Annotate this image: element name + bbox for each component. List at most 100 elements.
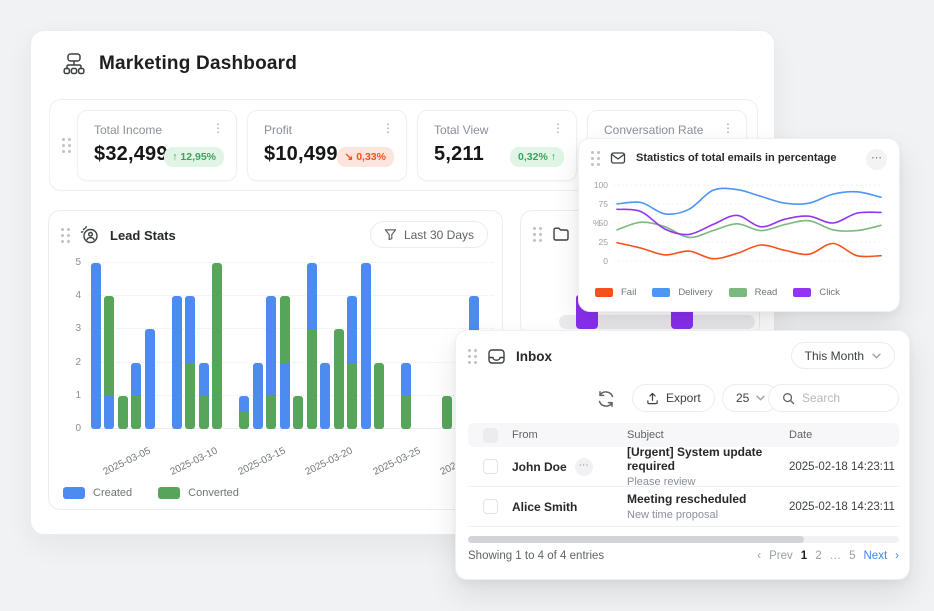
stat-value: $10,499 bbox=[264, 143, 338, 166]
table-row[interactable]: John Doe ⋯ [Urgent] System update required… bbox=[468, 447, 899, 487]
next-button[interactable]: Next bbox=[864, 550, 888, 562]
lead-stats-chart: 0123452025-03-052025-03-102025-03-152025… bbox=[89, 263, 494, 429]
drag-handle[interactable] bbox=[533, 227, 542, 242]
x-axis-label: 2025-03-25 bbox=[371, 446, 422, 478]
entries-summary: Showing 1 to 4 of 4 entries bbox=[468, 550, 604, 562]
pagination: ‹Prev12…5Next› bbox=[757, 550, 899, 562]
kebab-menu-icon[interactable]: ⋮ bbox=[380, 119, 396, 137]
scrollbar-track[interactable] bbox=[468, 536, 899, 543]
inbox-toolbar: Export 25 bbox=[456, 384, 909, 414]
stat-title: Total Income bbox=[94, 123, 162, 137]
bar-segment-converted bbox=[239, 412, 249, 429]
drag-handle[interactable] bbox=[468, 349, 477, 364]
widget-title: Statistics of total emails in percentage bbox=[636, 152, 837, 164]
bar-segment-converted bbox=[347, 363, 357, 429]
trend-badge: 0,32% ↑ bbox=[510, 147, 564, 167]
svg-text:0: 0 bbox=[603, 256, 608, 266]
table-row[interactable]: Alice SmithMeeting rescheduledNew time p… bbox=[468, 487, 899, 527]
search-input[interactable] bbox=[802, 391, 892, 405]
funnel-icon bbox=[384, 228, 397, 241]
chevron-right-icon[interactable]: › bbox=[895, 550, 899, 562]
sender-name: John Doe bbox=[512, 460, 567, 474]
y-axis-label: 4 bbox=[61, 290, 81, 301]
gridline bbox=[89, 262, 494, 263]
bar-segment-created bbox=[320, 363, 330, 429]
legend-label: Read bbox=[755, 287, 778, 298]
drag-handle[interactable] bbox=[591, 151, 600, 166]
lead-stats-legend: Created Converted bbox=[63, 487, 239, 499]
page-button-5[interactable]: 5 bbox=[849, 550, 855, 562]
legend-swatch bbox=[652, 288, 670, 297]
legend-swatch bbox=[595, 288, 613, 297]
search-field[interactable] bbox=[768, 384, 899, 412]
period-label: This Month bbox=[805, 349, 864, 363]
legend-item: Created bbox=[63, 487, 132, 499]
bar-segment-created bbox=[145, 329, 155, 429]
bar-segment-created bbox=[307, 263, 317, 329]
bar-segment-converted bbox=[334, 329, 344, 429]
chevron-left-icon[interactable]: ‹ bbox=[757, 550, 761, 562]
legend-label: Created bbox=[93, 487, 132, 499]
legend-label: Fail bbox=[621, 287, 636, 298]
email-stats-header: Statistics of total emails in percentage bbox=[591, 150, 837, 166]
date-filter-label: Last 30 Days bbox=[404, 228, 474, 242]
row-checkbox[interactable] bbox=[483, 459, 498, 474]
bar-segment-converted bbox=[401, 396, 411, 429]
refresh-button[interactable] bbox=[594, 387, 618, 411]
inbox-icon bbox=[487, 347, 506, 366]
stat-value: 5,211 bbox=[434, 143, 484, 166]
row-checkbox[interactable] bbox=[483, 499, 498, 514]
kebab-menu-icon[interactable]: ⋮ bbox=[720, 119, 736, 137]
column-header-date: Date bbox=[789, 429, 899, 441]
date-filter-button[interactable]: Last 30 Days bbox=[370, 221, 488, 248]
stat-title: Total View bbox=[434, 123, 488, 137]
bar-segment-created bbox=[347, 296, 357, 362]
bar-segment-converted bbox=[280, 296, 290, 362]
legend-item: Fail bbox=[595, 287, 636, 298]
legend-label: Delivery bbox=[678, 287, 712, 298]
kebab-menu-icon[interactable]: ⋮ bbox=[550, 119, 566, 137]
bar-segment-created bbox=[199, 363, 209, 396]
legend-label: Click bbox=[819, 287, 840, 298]
drag-handle[interactable] bbox=[62, 138, 71, 153]
drag-handle[interactable] bbox=[61, 228, 70, 243]
more-menu-icon[interactable]: ⋯ bbox=[866, 149, 887, 170]
email-date: 2025-02-18 14:23:11 bbox=[789, 501, 899, 513]
page-size-value: 25 bbox=[736, 391, 749, 405]
stat-card-total-view: Total View ⋮ 5,211 0,32% ↑ bbox=[417, 110, 577, 181]
legend-item: Click bbox=[793, 287, 840, 298]
page-button-1[interactable]: 1 bbox=[801, 550, 807, 562]
select-all-checkbox[interactable] bbox=[483, 428, 498, 443]
legend-label: Converted bbox=[188, 487, 239, 499]
inbox-footer: Showing 1 to 4 of 4 entries ‹Prev12…5Nex… bbox=[468, 550, 899, 562]
bar-segment-created bbox=[172, 296, 182, 429]
period-select[interactable]: This Month bbox=[791, 342, 895, 369]
stat-title: Conversation Rate bbox=[604, 123, 703, 137]
bar-segment-converted bbox=[199, 396, 209, 429]
page-button-2[interactable]: 2 bbox=[815, 550, 821, 562]
legend-swatch bbox=[729, 288, 747, 297]
export-label: Export bbox=[666, 391, 701, 405]
widget-title: Inbox bbox=[516, 349, 552, 364]
chevron-down-icon bbox=[872, 353, 881, 359]
export-button[interactable]: Export bbox=[632, 384, 715, 412]
column-header-subject: Subject bbox=[627, 429, 789, 441]
legend-swatch bbox=[158, 487, 180, 499]
legend-item: Converted bbox=[158, 487, 239, 499]
prev-button[interactable]: Prev bbox=[769, 550, 793, 562]
bar-segment-converted bbox=[185, 363, 195, 429]
bar-segment-converted bbox=[212, 263, 222, 429]
dashboard-page: { "header": { "title": "Marketing Dashbo… bbox=[0, 0, 934, 611]
kebab-menu-icon[interactable]: ⋮ bbox=[210, 119, 226, 137]
y-axis-label: 5 bbox=[61, 257, 81, 268]
email-preview: Please review bbox=[627, 476, 789, 488]
email-date: 2025-02-18 14:23:11 bbox=[789, 461, 899, 473]
scrollbar-thumb[interactable] bbox=[468, 536, 804, 543]
email-subject: [Urgent] System update required bbox=[627, 445, 789, 473]
sitemap-icon bbox=[61, 51, 87, 77]
stat-card-total-income: Total Income ⋮ $32,499 ↑ 12,95% bbox=[77, 110, 237, 181]
row-menu-icon[interactable]: ⋯ bbox=[575, 458, 593, 476]
email-line-chart: 0255075100% bbox=[587, 173, 887, 283]
bar-segment-created bbox=[239, 396, 249, 413]
bar-segment-converted bbox=[307, 329, 317, 429]
